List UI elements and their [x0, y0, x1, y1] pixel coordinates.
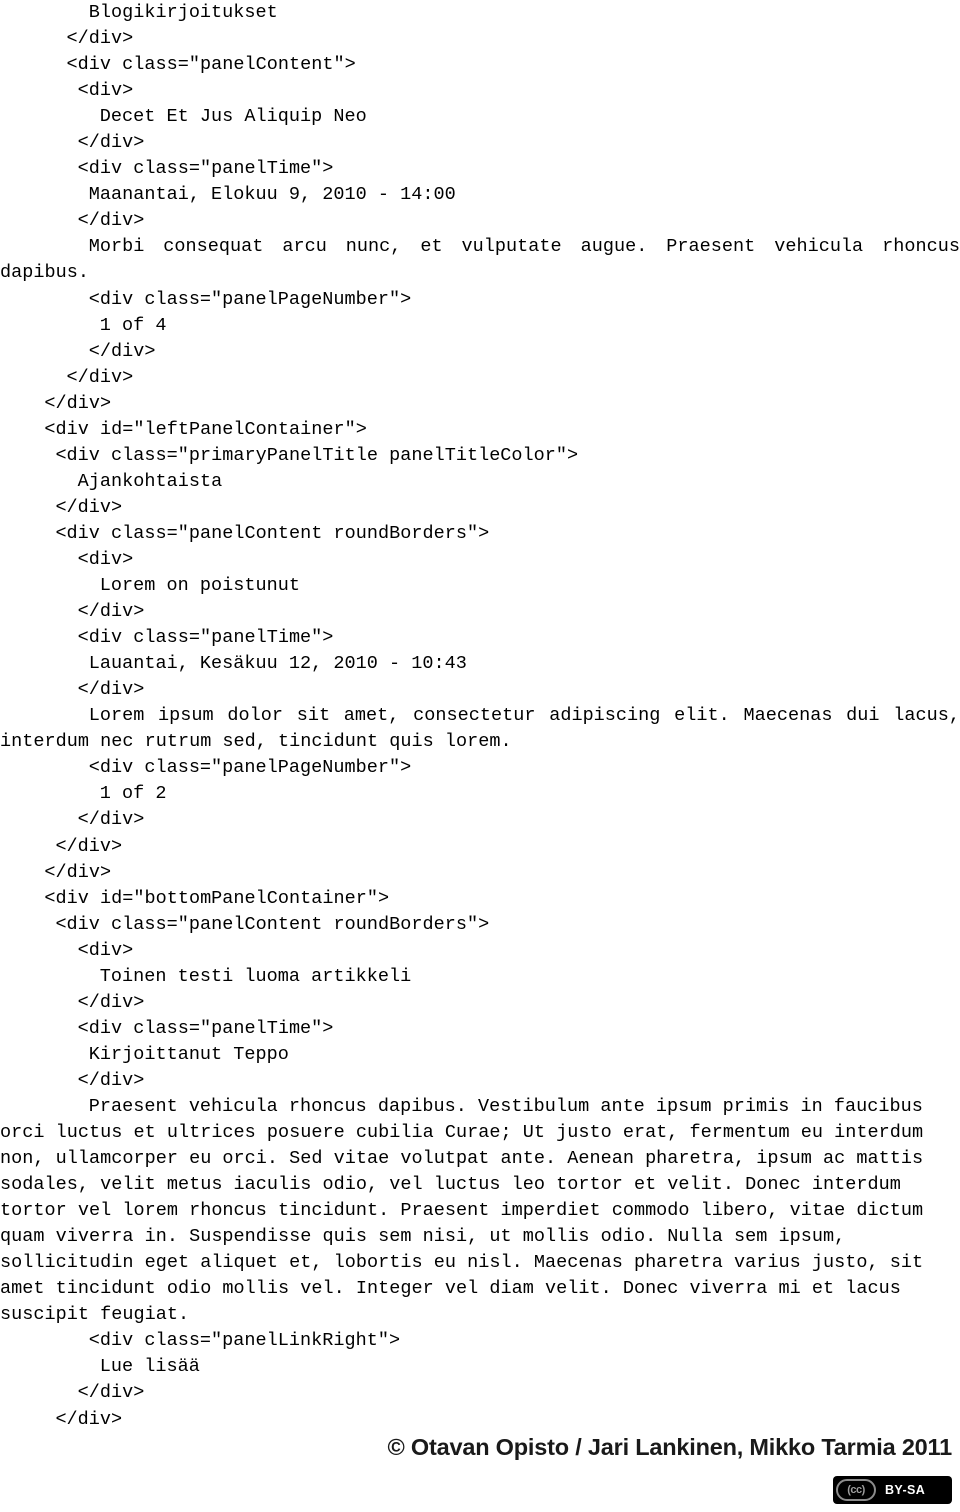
cc-license-label: BY-SA [885, 1482, 926, 1497]
code-line: <div class="panelContent roundBorders"> [55, 913, 490, 935]
code-line: <div> [77, 80, 134, 102]
code-line: <div> [77, 939, 134, 961]
code-line: <div> [77, 548, 134, 570]
code-line: </div> [77, 132, 145, 154]
code-line: <div id="bottomPanelContainer"> [44, 887, 390, 909]
code-line: <div class="panelContent roundBorders"> [55, 522, 490, 544]
code-line: </div> [55, 496, 123, 518]
code-line: </div> [77, 1382, 145, 1404]
code-line: </div> [77, 601, 145, 623]
code-line: Toinen testi luoma artikkeli [99, 965, 412, 987]
code-line: Lue lisää [99, 1356, 200, 1378]
code-line: <div class="primaryPanelTitle panelTitle… [55, 444, 579, 466]
code-line: <div class="panelTime"> [77, 1017, 334, 1039]
code-line: Ajankohtaista [77, 470, 223, 492]
code-line: Praesent vehicula rhoncus dapibus. Vesti… [0, 1095, 935, 1326]
code-line: </div> [55, 1408, 123, 1430]
code-line: </div> [66, 366, 134, 388]
page-footer: © Otavan Opisto / Jari Lankinen, Mikko T… [0, 1434, 960, 1512]
pdf-page: Blogikirjoitukset </div> <div class="panel… [0, 0, 960, 1512]
code-line: </div> [44, 392, 112, 414]
code-line: <div class="panelLinkRight"> [88, 1330, 401, 1352]
code-line: </div> [77, 210, 145, 232]
code-line: </div> [55, 835, 123, 857]
code-line: </div> [88, 340, 156, 362]
code-line: <div class="panelTime"> [77, 627, 334, 649]
code-line: Lauantai, Kesäkuu 12, 2010 - 10:43 [88, 653, 467, 675]
code-line: Blogikirjoitukset [88, 2, 278, 23]
code-line: <div id="leftPanelContainer"> [44, 418, 367, 440]
code-line: </div> [66, 28, 134, 50]
cc-mark-icon: (cc) [836, 1479, 876, 1501]
code-line: </div> [77, 679, 145, 701]
creative-commons-by-sa-badge: (cc) BY-SA [833, 1476, 952, 1504]
code-line: Morbi consequat arcu nunc, et vulputate … [0, 236, 960, 284]
code-line: 1 of 4 [99, 314, 167, 336]
code-line: </div> [77, 809, 145, 831]
copyright-notice: © Otavan Opisto / Jari Lankinen, Mikko T… [387, 1434, 952, 1460]
code-line: </div> [44, 861, 112, 883]
code-line: Kirjoittanut Teppo [88, 1043, 289, 1065]
code-line: <div class="panelContent"> [66, 54, 356, 76]
code-line: <div class="panelTime"> [77, 158, 334, 180]
code-line: </div> [77, 1069, 145, 1091]
code-line: </div> [77, 991, 145, 1013]
code-line: 1 of 2 [99, 783, 167, 805]
code-listing: Blogikirjoitukset </div> <div class="panel… [0, 0, 960, 1433]
code-line: Lorem ipsum dolor sit amet, consectetur … [0, 705, 960, 753]
code-line: Maanantai, Elokuu 9, 2010 - 14:00 [88, 184, 456, 206]
code-line: Lorem on poistunut [99, 575, 300, 597]
code-line: <div class="panelPageNumber"> [88, 757, 412, 779]
code-line: <div class="panelPageNumber"> [88, 288, 412, 310]
code-line: Decet Et Jus Aliquip Neo [99, 106, 367, 128]
